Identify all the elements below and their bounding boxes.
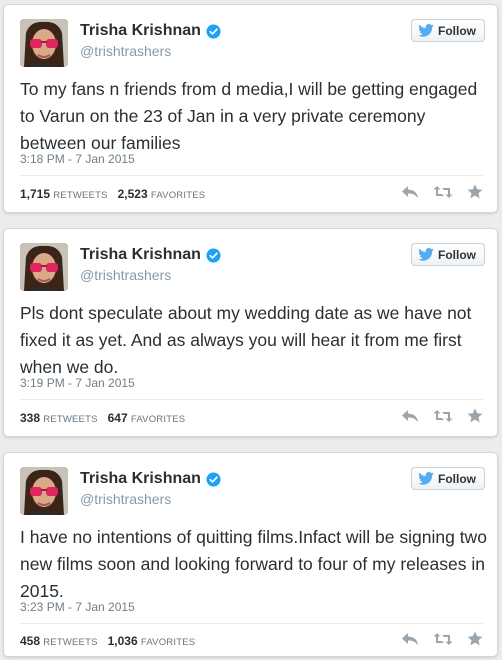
favorite-count: 1,036 (107, 634, 138, 648)
retweet-count: 458 (20, 634, 41, 648)
retweet-label: RETWEETS (43, 414, 98, 425)
author-handle[interactable]: @trishtrashers (80, 43, 171, 59)
avatar[interactable] (20, 467, 68, 515)
favorite-label: FAVORITES (150, 190, 206, 201)
retweet-count: 338 (20, 411, 41, 425)
favorite-count: 647 (107, 411, 128, 425)
follow-label: Follow (438, 23, 476, 38)
reply-icon[interactable] (401, 185, 419, 199)
tweet-stats: 1,715 RETWEETS 2,523 FAVORITES (20, 187, 205, 201)
tweet-text: I have no intentions of quitting films.I… (20, 527, 487, 601)
author-name[interactable]: Trisha Krishnan (80, 246, 201, 264)
favorite-count: 2,523 (117, 187, 148, 201)
follow-button[interactable]: Follow (411, 243, 485, 266)
retweet-icon[interactable] (433, 185, 453, 199)
reply-icon[interactable] (401, 632, 419, 646)
tweet-actions (401, 631, 483, 646)
retweet-stat[interactable]: 1,715 RETWEETS (20, 187, 108, 201)
tweet-timestamp[interactable]: 3:23 PM - 7 Jan 2015 (20, 600, 135, 614)
tweet-card: Trisha Krishnan @trishtrashers Follow To… (3, 4, 498, 213)
star-icon[interactable] (467, 631, 483, 646)
divider (20, 399, 483, 400)
author-row: Trisha Krishnan (80, 22, 221, 40)
retweet-label: RETWEETS (53, 190, 108, 201)
tweet-actions (401, 408, 483, 423)
reply-icon[interactable] (401, 409, 419, 423)
follow-label: Follow (438, 247, 476, 262)
tweet-text: To my fans n friends from d media,I will… (20, 79, 478, 153)
tweet-timestamp[interactable]: 3:19 PM - 7 Jan 2015 (20, 376, 135, 390)
follow-button[interactable]: Follow (411, 467, 485, 490)
favorite-stat[interactable]: 1,036 FAVORITES (108, 634, 196, 648)
twitter-bird-icon (418, 472, 434, 485)
divider (20, 623, 483, 624)
author-name[interactable]: Trisha Krishnan (80, 470, 201, 488)
verified-badge-icon (206, 23, 221, 39)
follow-label: Follow (438, 471, 476, 486)
favorite-label: FAVORITES (140, 637, 196, 648)
verified-badge-icon (206, 471, 221, 487)
author-name[interactable]: Trisha Krishnan (80, 22, 201, 40)
author-handle[interactable]: @trishtrashers (80, 267, 171, 283)
tweet-card: Trisha Krishnan @trishtrashers Follow Pl… (3, 228, 498, 437)
follow-button[interactable]: Follow (411, 19, 485, 42)
tweet-text: Pls dont speculate about my wedding date… (20, 303, 472, 377)
tweet-stats: 338 RETWEETS 647 FAVORITES (20, 411, 185, 425)
favorite-label: FAVORITES (130, 414, 186, 425)
star-icon[interactable] (467, 184, 483, 199)
retweet-label: RETWEETS (43, 637, 98, 648)
tweet-timestamp[interactable]: 3:18 PM - 7 Jan 2015 (20, 152, 135, 166)
star-icon[interactable] (467, 408, 483, 423)
favorite-stat[interactable]: 647 FAVORITES (108, 411, 186, 425)
tweet-stats: 458 RETWEETS 1,036 FAVORITES (20, 634, 195, 648)
retweet-stat[interactable]: 338 RETWEETS (20, 411, 98, 425)
avatar[interactable] (20, 243, 68, 291)
tweet-actions (401, 184, 483, 199)
tweet-card: Trisha Krishnan @trishtrashers Follow I … (3, 452, 498, 657)
retweet-count: 1,715 (20, 187, 51, 201)
avatar[interactable] (20, 19, 68, 67)
retweet-icon[interactable] (433, 632, 453, 646)
divider (20, 175, 483, 176)
author-handle[interactable]: @trishtrashers (80, 491, 171, 507)
verified-badge-icon (206, 247, 221, 263)
twitter-bird-icon (418, 24, 434, 37)
author-row: Trisha Krishnan (80, 470, 221, 488)
author-row: Trisha Krishnan (80, 246, 221, 264)
favorite-stat[interactable]: 2,523 FAVORITES (118, 187, 206, 201)
retweet-stat[interactable]: 458 RETWEETS (20, 634, 98, 648)
twitter-bird-icon (418, 248, 434, 261)
retweet-icon[interactable] (433, 409, 453, 423)
